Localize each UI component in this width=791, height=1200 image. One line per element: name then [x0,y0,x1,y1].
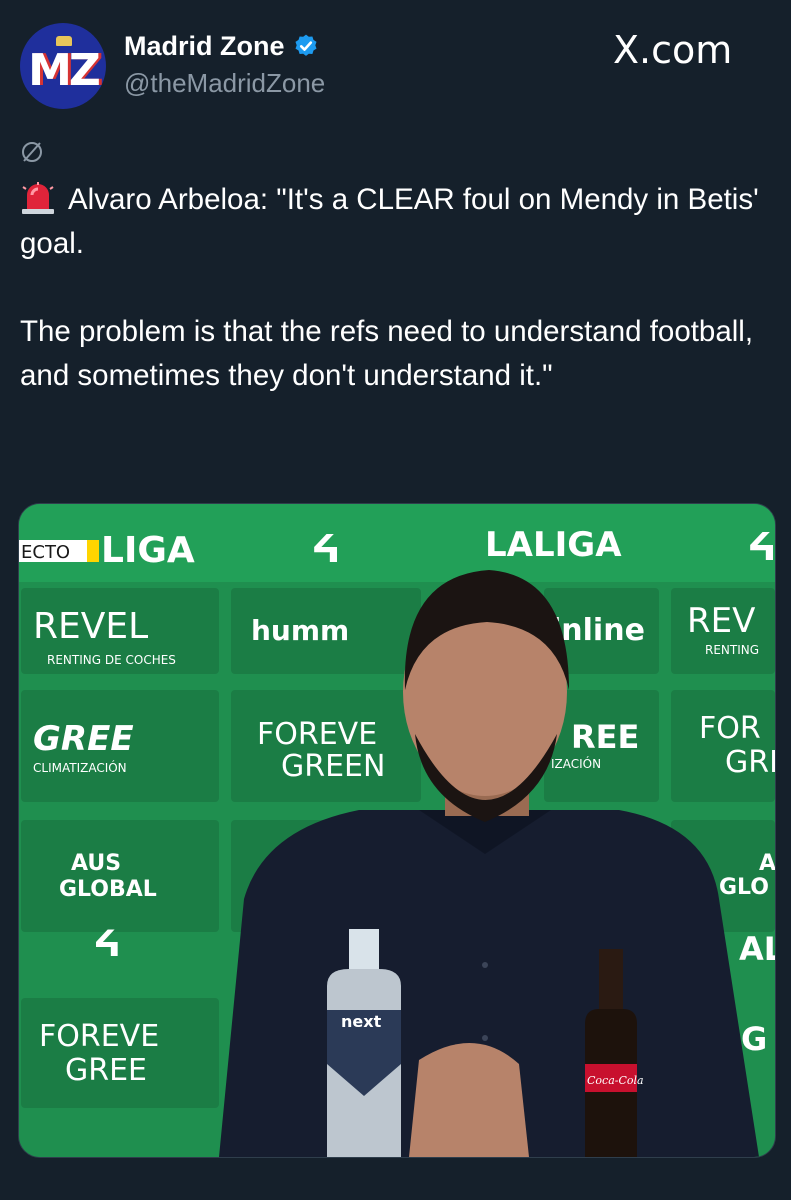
author-handle[interactable]: @theMadridZone [124,68,325,99]
tweet-header: MZ Madrid Zone @theMadridZone X.com [0,0,791,130]
al-right-text: AL [739,930,775,968]
tweet-body: Alvaro Arbeloa: "It's a CLEAR foul on Me… [20,183,759,392]
verified-badge-icon [294,34,317,56]
author-name-row: Madrid Zone [124,30,319,62]
site-brand: X.com [613,28,733,72]
author-display-name[interactable]: Madrid Zone [124,31,285,62]
laliga-logo-icon: ᔦ [311,527,340,571]
tweet-text: Alvaro Arbeloa: "It's a CLEAR foul on Me… [20,178,780,398]
live-tag: ECTO [21,542,70,563]
inline-logo: inline [551,613,645,648]
siren-icon [22,182,54,214]
laliga-center-text: LALIGA [485,525,622,565]
revel-right-sub: RENTING [705,643,759,657]
global-right-logo: GLO [719,875,769,900]
water-brand-label: next [341,1012,382,1031]
revel-right-logo: REV [687,601,755,641]
revel-sub: RENTING DE COCHES [47,653,176,667]
gree-mid-logo: REE [571,718,639,756]
tweet-photo[interactable]: ECTO LIGA ᔦ LALIGA ᔦ REVEL RENTING DE CO… [18,503,776,1158]
avatar-logo-text: MZ [28,45,101,96]
g-right-text: G [741,1020,767,1058]
press-conference-photo: ECTO LIGA ᔦ LALIGA ᔦ REVEL RENTING DE CO… [19,504,775,1157]
gree-mid-sub: IZACIÓN [551,756,601,771]
avatar[interactable]: MZ [20,23,106,109]
laliga-logo-lower-icon: ᔦ [93,924,121,965]
green-logo: GREEN [281,749,385,784]
forever-right-logo: FOR [699,711,761,746]
aus-right-logo: A [759,851,775,876]
aus-logo: AUS [71,851,121,876]
global-logo: GLOBAL [59,877,157,902]
green-right-logo: GRE [725,745,775,780]
revel-logo: REVEL [33,606,148,647]
gree-sub: CLIMATIZACIÓN [33,760,127,775]
gree-logo: GREE [33,719,134,759]
forever-bottom-logo: FOREVE [39,1019,159,1054]
green-bottom-logo: GREE [65,1053,147,1088]
no-symbol-icon [22,142,42,162]
forever-logo: FOREVE [257,717,377,752]
laliga-left-text: LIGA [101,530,195,571]
laliga-logo-right-icon: ᔦ [747,525,775,569]
cola-brand-label: Coca-Cola [587,1074,644,1087]
hummel-logo: humm [251,614,349,647]
